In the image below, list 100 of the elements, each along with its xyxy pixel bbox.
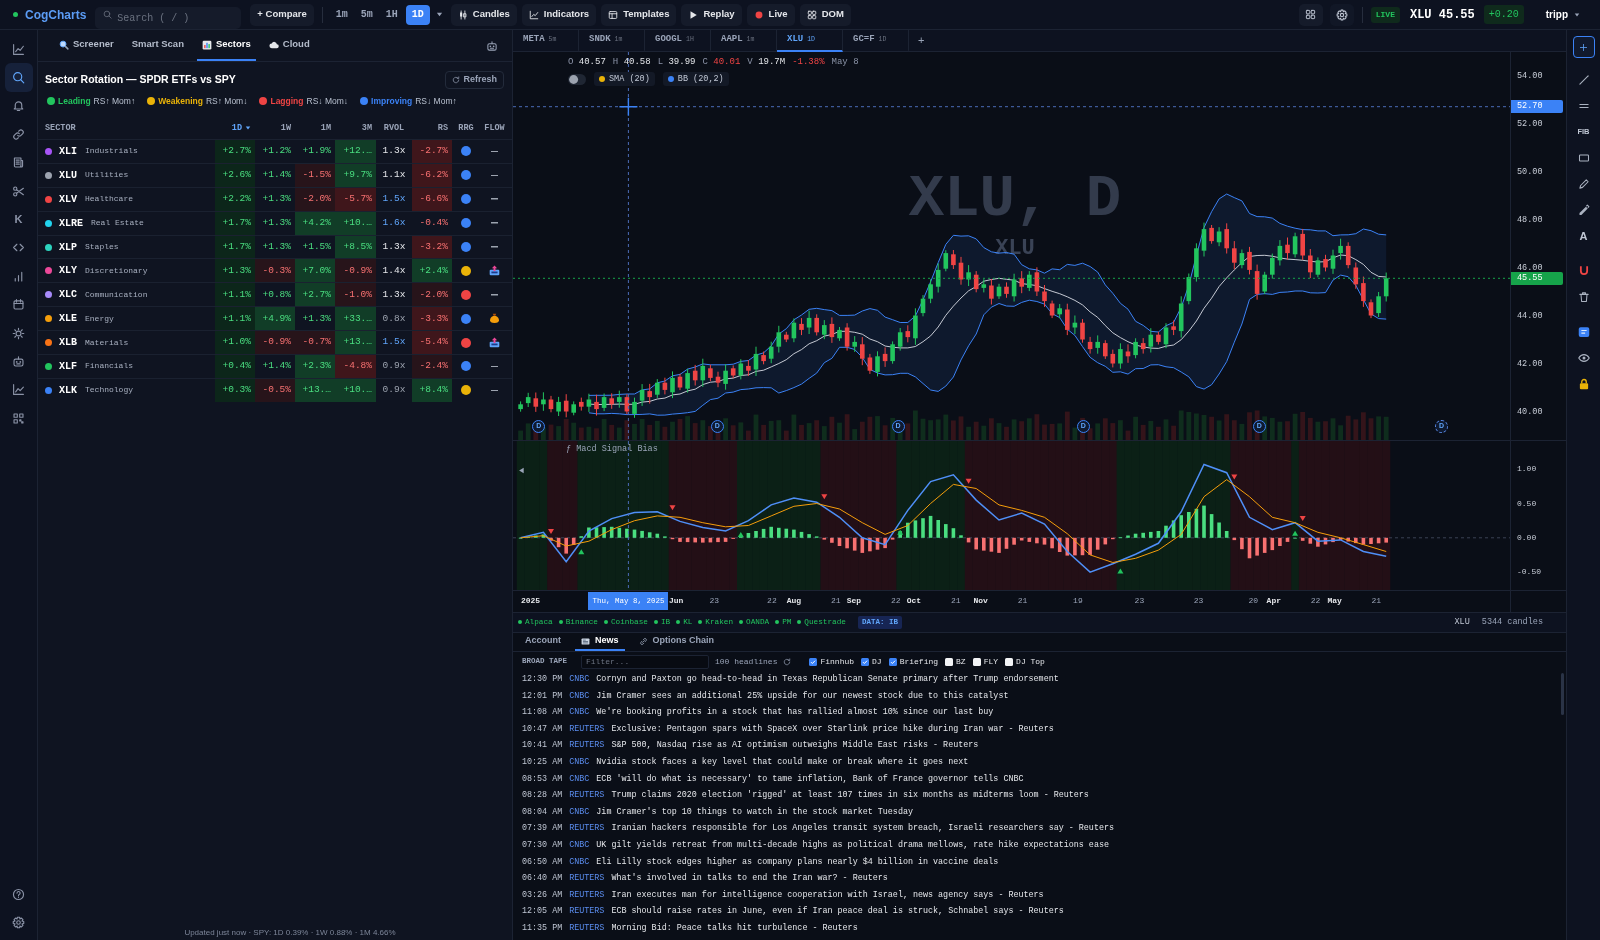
- toolbar-button[interactable]: Indicators: [521, 3, 597, 26]
- news-headline[interactable]: Nvidia stock faces a key level that could make or break where it goes next: [596, 755, 969, 769]
- table-cell: +4.2%: [295, 211, 335, 235]
- toolbar-button[interactable]: Replay: [681, 3, 742, 26]
- add-button[interactable]: [1572, 36, 1595, 58]
- news-headline[interactable]: Eli Lilly stock edges higher as company plans nearly $4 billion in vaccine deals: [596, 855, 999, 869]
- table-cell: +1.0%: [215, 331, 255, 354]
- layout-button[interactable]: [1298, 3, 1323, 26]
- panel-tab[interactable]: Account: [519, 633, 567, 651]
- checkbox[interactable]: [972, 657, 981, 666]
- panel-tab[interactable]: News: [575, 633, 625, 651]
- magnet-icon: [1577, 265, 1590, 277]
- toolbar-button[interactable]: Templates: [601, 3, 677, 26]
- column-header[interactable]: RRG: [452, 121, 480, 135]
- toolbar-button[interactable]: Candles: [450, 3, 517, 26]
- checkbox[interactable]: [861, 657, 870, 666]
- bell-icon: [12, 99, 25, 113]
- table-cell: +13.…: [295, 378, 335, 402]
- search-field[interactable]: Search ( / ): [95, 7, 242, 29]
- table-cell: -4.8%: [335, 355, 376, 378]
- refresh-icon[interactable]: [783, 657, 792, 666]
- column-header[interactable]: 3M: [335, 121, 376, 135]
- sector-name: Real Estate: [91, 217, 144, 230]
- table-cell-text: +1.9%: [301, 144, 332, 159]
- time-axis-label: 19: [1073, 595, 1083, 607]
- column-header[interactable]: 1W: [255, 121, 295, 135]
- robot-icon[interactable]: [486, 39, 498, 52]
- news-headline[interactable]: Trump claims 2020 election 'rigged' at least 107 times in six months as midterms loom - Reuters: [611, 789, 1089, 802]
- news-headline[interactable]: UK gilt yields retreat from multi-decade highs as political drama mellows, rate hike expectations ease: [596, 838, 1109, 852]
- news-headline[interactable]: ECB should raise rates in June, even if Iran peace deal is struck, Schnabel says - Reuters: [611, 905, 1064, 918]
- lock-icon: [1577, 378, 1590, 390]
- sidebar-button[interactable]: [4, 63, 33, 92]
- qr-code-icon: [12, 411, 25, 425]
- table-cell-text: +1.3%: [301, 311, 332, 326]
- toolbar-button[interactable]: DOM: [799, 3, 851, 26]
- compare-button[interactable]: + Compare: [250, 3, 314, 26]
- news-headline[interactable]: S&P 500, Nasdaq rise as AI optimism outweighs Middle East risks - Reuters: [611, 739, 979, 752]
- panel-tab[interactable]: Cloud: [263, 30, 315, 61]
- interval-button[interactable]: 5m: [355, 4, 378, 25]
- news-headline[interactable]: ECB 'will do what is necessary' to tame inflation, Bank of France governor tells CNBC: [596, 772, 1024, 786]
- interval-button[interactable]: 1D: [405, 4, 430, 25]
- eye-icon: [1577, 352, 1590, 364]
- news-headline[interactable]: Iran executes man for intelligence cooperation with Israel, news agency says - Reuters: [611, 888, 1044, 902]
- logo-text: CogCharts: [25, 6, 87, 24]
- toggle-switch[interactable]: [568, 73, 586, 85]
- column-header[interactable]: 1D: [215, 121, 255, 135]
- link-icon: [12, 127, 25, 141]
- panel-tab[interactable]: Smart Scan: [126, 30, 189, 61]
- news-headline[interactable]: Iranian hackers responsible for Los Angeles transit system breach, Israeli researchers say - Reuters: [611, 822, 1114, 835]
- refresh-button[interactable]: Refresh: [445, 71, 504, 89]
- ticker-symbol: XLV: [59, 192, 77, 207]
- table-cell-text: 1.6x: [381, 216, 407, 230]
- toolbar-button[interactable]: Live: [746, 3, 795, 26]
- table-cell: -2.0%: [412, 283, 452, 307]
- news-headline[interactable]: Morning Bid: Peace talks hit turbulence - Reuters: [611, 921, 858, 935]
- indicator-chip[interactable]: SMA (20): [594, 72, 655, 86]
- news-headline[interactable]: What's involved in talks to end the Iran war? - Reuters: [611, 872, 888, 885]
- user-menu[interactable]: tripp: [1545, 7, 1580, 22]
- checkbox[interactable]: [888, 657, 897, 666]
- tool-button[interactable]: A: [1570, 223, 1597, 249]
- table-cell-text: 0.9x: [381, 359, 407, 374]
- news-headline[interactable]: We're booking profits in a stock that has rallied almost 10% since our last buy: [596, 706, 994, 719]
- record-dot-icon: [753, 9, 764, 20]
- column-header[interactable]: SECTOR: [38, 121, 215, 135]
- sort-caret-icon: [245, 125, 251, 131]
- checkbox[interactable]: [1005, 657, 1014, 666]
- news-headline[interactable]: Cornyn and Paxton go head-to-head in Texas Republican Senate primary after Trump endorsement: [596, 673, 1059, 686]
- checkbox[interactable]: [945, 657, 954, 666]
- indicator-chip[interactable]: BB (20,2): [662, 72, 729, 86]
- interval-button[interactable]: 1m: [330, 4, 353, 25]
- panel-tab[interactable]: Options Chain: [632, 633, 720, 651]
- interval-button[interactable]: 1H: [380, 4, 403, 25]
- price-axis-label: 40.00: [1517, 405, 1543, 418]
- news-time: 11:08 AM: [522, 706, 563, 719]
- checkbox[interactable]: [809, 657, 818, 666]
- caret-icon[interactable]: [435, 11, 443, 18]
- legend-hint: RS↓ Mom↓: [306, 94, 349, 108]
- indicator-axis-label: -0.50: [1517, 566, 1541, 579]
- add-tab-button[interactable]: +: [909, 30, 934, 51]
- column-header[interactable]: RVOL: [376, 121, 412, 135]
- candlestick-icon: [457, 9, 468, 20]
- news-headline[interactable]: Exclusive: Pentagon spars with SpaceX over Starlink price hike during Iran war - Reuters: [611, 722, 1054, 736]
- line-chart-icon: [12, 42, 25, 56]
- scrollbar[interactable]: [1561, 673, 1564, 715]
- column-header[interactable]: RS: [412, 121, 452, 135]
- column-header[interactable]: FLOW: [480, 121, 509, 135]
- panel-tab[interactable]: Sectors: [196, 30, 256, 61]
- news-headline[interactable]: Jim Cramer's top 10 things to watch in the stock market Tuesday: [596, 805, 913, 819]
- settings-button[interactable]: [1329, 3, 1354, 26]
- trash-icon: [1577, 291, 1590, 303]
- table-cell: -3.2%: [412, 235, 452, 259]
- news-source: REUTERS: [569, 921, 605, 935]
- time-axis-label: Sep: [846, 595, 862, 607]
- news-time: 10:25 AM: [522, 755, 563, 769]
- table-cell-text: 1.1x: [381, 168, 407, 183]
- news-headline[interactable]: Jim Cramer sees an additional 25% upside for our newest stock due to this catalyst: [596, 689, 1009, 703]
- panel-tab[interactable]: Screener: [54, 30, 119, 61]
- filter-field[interactable]: Filter...: [581, 654, 709, 669]
- sidebar-button[interactable]: K: [4, 205, 33, 234]
- column-header[interactable]: 1M: [295, 121, 335, 135]
